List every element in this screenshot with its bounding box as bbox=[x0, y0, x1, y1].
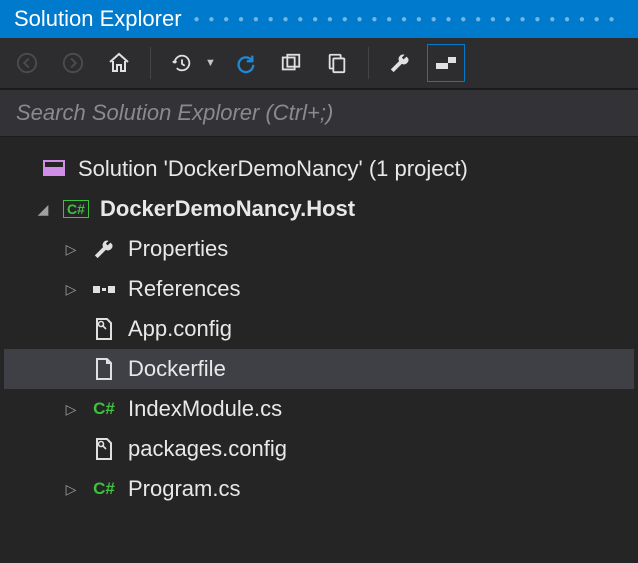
show-all-files-button[interactable] bbox=[318, 44, 356, 82]
panel-title: Solution Explorer bbox=[14, 6, 182, 32]
expander-closed-icon[interactable]: ▷ bbox=[62, 401, 80, 418]
refresh-button[interactable] bbox=[226, 44, 264, 82]
expander-closed-icon[interactable]: ▷ bbox=[62, 481, 80, 498]
tree-item[interactable]: ▷App.config bbox=[4, 309, 634, 349]
search-input[interactable] bbox=[0, 90, 638, 136]
search-bar bbox=[0, 89, 638, 137]
show-all-files-icon bbox=[326, 52, 348, 74]
toolbar-separator bbox=[150, 47, 151, 79]
csfile-icon: C# bbox=[90, 399, 118, 419]
wrench-icon bbox=[389, 52, 411, 74]
solution-node[interactable]: ▶ Solution 'DockerDemoNancy' (1 project) bbox=[4, 149, 634, 189]
titlebar: Solution Explorer ● ● ● ● ● ● ● ● ● ● ● … bbox=[0, 0, 638, 38]
history-dropdown-icon[interactable]: ▼ bbox=[205, 57, 216, 69]
home-button[interactable] bbox=[100, 44, 138, 82]
solution-label: Solution 'DockerDemoNancy' (1 project) bbox=[78, 156, 468, 182]
project-node[interactable]: ◢ C# DockerDemoNancy.Host bbox=[4, 189, 634, 229]
tree-item-label: Properties bbox=[128, 236, 228, 262]
tree-item-label: packages.config bbox=[128, 436, 287, 462]
tree-item[interactable]: ▷packages.config bbox=[4, 429, 634, 469]
properties-button[interactable] bbox=[381, 44, 419, 82]
history-button[interactable] bbox=[163, 44, 201, 82]
home-icon bbox=[107, 51, 131, 75]
tree-item[interactable]: ▷ C# Program.cs bbox=[4, 469, 634, 509]
tree-item[interactable]: ▷Dockerfile bbox=[4, 349, 634, 389]
refresh-icon bbox=[234, 52, 256, 74]
expander-closed-icon[interactable]: ▷ bbox=[62, 281, 80, 298]
project-label: DockerDemoNancy.Host bbox=[100, 196, 355, 222]
wrench-icon bbox=[90, 238, 118, 260]
tree-item-label: Dockerfile bbox=[128, 356, 226, 382]
collapse-all-button[interactable] bbox=[272, 44, 310, 82]
tree-item[interactable]: ▷ Properties bbox=[4, 229, 634, 269]
config-icon bbox=[90, 317, 118, 341]
file-icon bbox=[90, 357, 118, 381]
toolbar: ▼ bbox=[0, 38, 638, 89]
back-icon bbox=[16, 52, 38, 74]
history-icon bbox=[171, 52, 193, 74]
tree-item[interactable]: ▷ References bbox=[4, 269, 634, 309]
solution-tree: ▶ Solution 'DockerDemoNancy' (1 project)… bbox=[0, 137, 638, 521]
preview-icon bbox=[436, 57, 456, 69]
preview-button[interactable] bbox=[427, 44, 465, 82]
toolbar-separator bbox=[368, 47, 369, 79]
expander-open-icon[interactable]: ◢ bbox=[34, 201, 52, 218]
config-icon bbox=[90, 437, 118, 461]
csfile-icon: C# bbox=[90, 479, 118, 499]
titlebar-grip: ● ● ● ● ● ● ● ● ● ● ● ● ● ● ● ● ● ● ● ● … bbox=[194, 14, 624, 25]
csharp-project-icon: C# bbox=[62, 200, 90, 218]
expander-closed-icon[interactable]: ▷ bbox=[62, 241, 80, 258]
forward-icon bbox=[62, 52, 84, 74]
solution-icon bbox=[40, 159, 68, 179]
tree-item-label: References bbox=[128, 276, 241, 302]
collapse-all-icon bbox=[280, 52, 302, 74]
refs-icon bbox=[90, 282, 118, 296]
forward-button[interactable] bbox=[54, 44, 92, 82]
tree-item[interactable]: ▷ C# IndexModule.cs bbox=[4, 389, 634, 429]
tree-item-label: IndexModule.cs bbox=[128, 396, 282, 422]
back-button[interactable] bbox=[8, 44, 46, 82]
tree-item-label: Program.cs bbox=[128, 476, 240, 502]
tree-item-label: App.config bbox=[128, 316, 232, 342]
